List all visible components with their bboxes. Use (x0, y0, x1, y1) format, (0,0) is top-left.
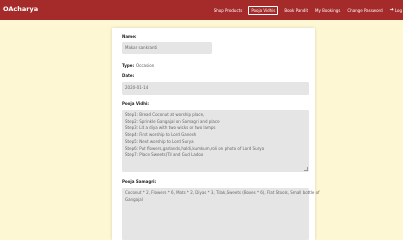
resize-grip-icon[interactable] (304, 167, 308, 171)
vidhi-line: Step5: Next worship to Lord Surya (125, 138, 194, 144)
vidhi-line: Step2: Sprinkle Gangajal on Samagri and … (125, 118, 220, 124)
nav-book-pandit[interactable]: Book Pandit (283, 7, 309, 14)
type-value: Occasion (136, 63, 155, 68)
pooja-detail-card: Name: Makar sankranti Type: Occasion Dat… (112, 28, 320, 240)
vidhi-line: Step4: First worship to Lord Ganesh (125, 132, 197, 138)
nav-logout[interactable]: ➔ Log (389, 7, 403, 14)
nav-pooja-vidhis[interactable]: Pooja Vidhis (248, 5, 279, 15)
vidhi-label: Pooja Vidhi: (122, 101, 149, 106)
type-label: Type: (122, 63, 135, 68)
nav-change-password[interactable]: Change Password (346, 7, 383, 14)
vidhi-textarea[interactable]: Step1: Bread Coconut at worship place, S… (122, 110, 309, 172)
vidhi-line: Step3: Lit a diya with two wicks or two … (125, 125, 216, 131)
samagri-label: Pooja Samagri: (122, 179, 157, 184)
date-field[interactable]: 2020-01-14 (122, 82, 309, 95)
nav-my-bookings[interactable]: My Bookings (314, 7, 341, 14)
vidhi-line: Step1: Bread Coconut at worship place, (125, 112, 205, 117)
samagri-line: Gangajal (125, 196, 143, 202)
brand-logo[interactable]: OAcharya (3, 5, 38, 13)
name-label: Name: (122, 34, 137, 39)
vidhi-line: Step7: Place Sweets(Til and Gud Ladoo (125, 152, 204, 158)
nav-logout-label: Log (394, 7, 402, 13)
nav-links: Shop Products Pooja Vidhis Book Pandit M… (213, 0, 403, 20)
navbar: OAcharya Shop Products Pooja Vidhis Book… (0, 0, 403, 20)
vidhi-line: Step6: Put flowers,garlands,haldi,kumkum… (125, 145, 265, 151)
samagri-line: Coconut * 2, Flowers * 6, Mats * 2, Diya… (125, 190, 320, 195)
nav-shop-products[interactable]: Shop Products (213, 7, 244, 14)
name-field[interactable]: Makar sankranti (122, 42, 212, 54)
samagri-textarea[interactable]: Coconut * 2, Flowers * 6, Mats * 2, Diya… (122, 188, 320, 240)
date-label: Date: (122, 73, 135, 78)
logout-icon: ➔ (389, 6, 394, 13)
